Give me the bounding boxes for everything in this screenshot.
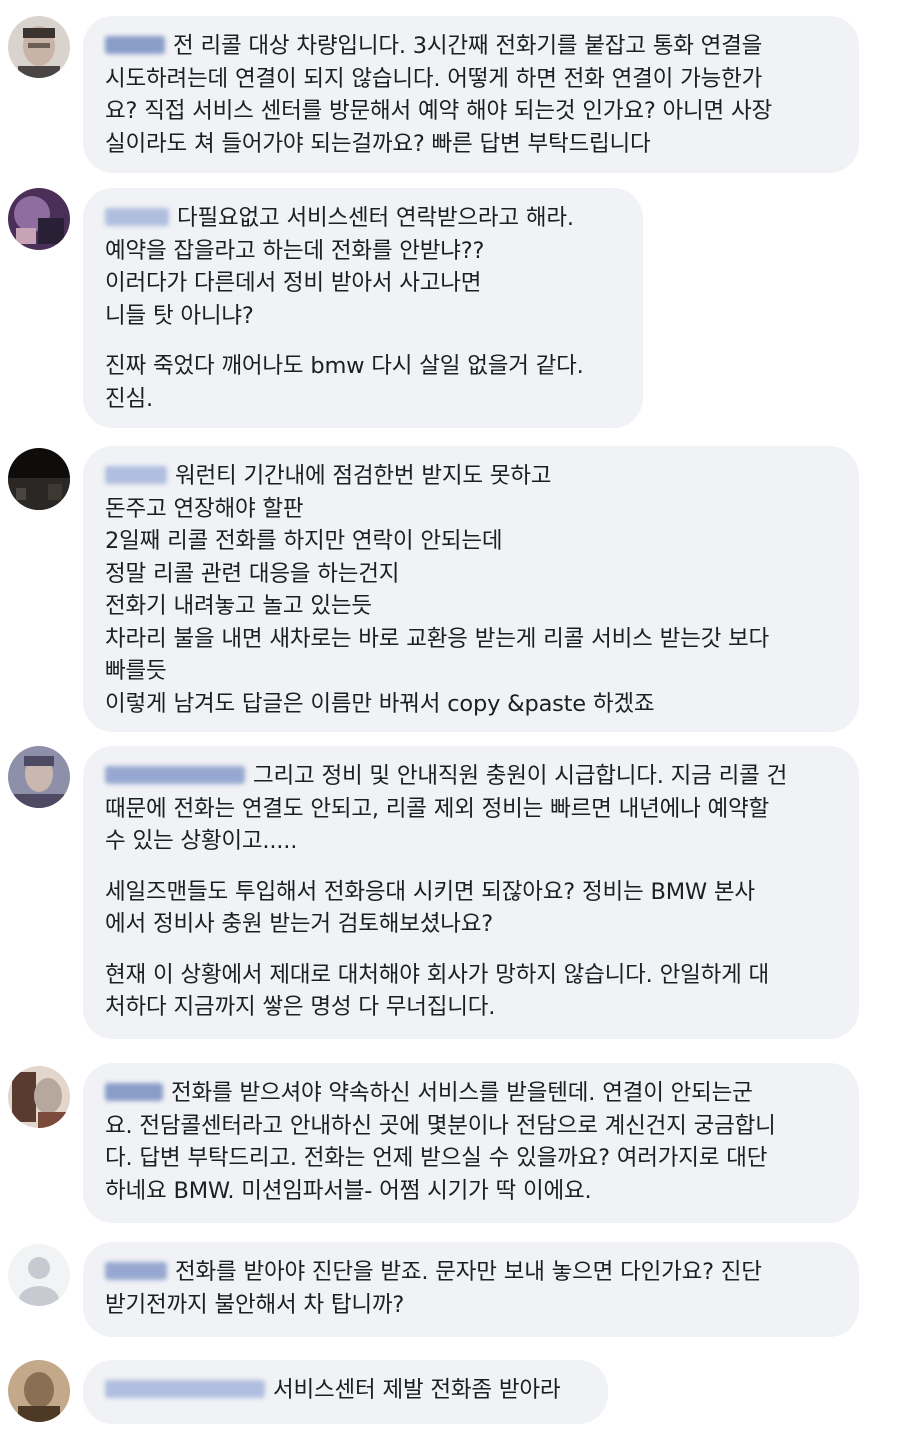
avatar[interactable] xyxy=(8,188,70,250)
avatar-image xyxy=(8,188,70,250)
comment-text: 다필요없고 서비스센터 연락받으라고 해라. 예약을 잡을라고 하는데 전화를 … xyxy=(105,202,621,332)
comment-bubble: 그리고 정비 및 안내직원 충원이 시급합니다. 지금 리콜 건 때문에 전화는… xyxy=(83,746,859,1039)
comment-paragraph: 서비스센터 제발 전화좀 받아라 xyxy=(273,1377,561,1403)
avatar-image xyxy=(8,16,70,78)
avatar[interactable] xyxy=(8,448,70,510)
comment-bubble: 다필요없고 서비스센터 연락받으라고 해라. 예약을 잡을라고 하는데 전화를 … xyxy=(83,188,643,428)
comment-text: 워런티 기간내에 점검한번 받지도 못하고 돈주고 연장해야 할판 2일째 리콜… xyxy=(105,460,837,720)
author-name[interactable] xyxy=(105,1083,163,1101)
avatar[interactable] xyxy=(8,746,70,808)
avatar-image xyxy=(8,1066,70,1128)
comment-bubble: 전화를 받아야 진단을 받죠. 문자만 보내 놓으면 다인가요? 진단 받기전까… xyxy=(83,1242,859,1337)
comment-paragraph: 전 리콜 대상 차량입니다. 3시간째 전화기를 붙잡고 통화 연결을 시도하려… xyxy=(105,33,773,157)
comment-bubble: 전 리콜 대상 차량입니다. 3시간째 전화기를 붙잡고 통화 연결을 시도하려… xyxy=(83,16,859,173)
comment-paragraph: 워런티 기간내에 점검한번 받지도 못하고 돈주고 연장해야 할판 2일째 리콜… xyxy=(105,463,770,717)
author-name[interactable] xyxy=(105,1262,167,1280)
avatar[interactable] xyxy=(8,1066,70,1128)
avatar[interactable] xyxy=(8,1244,70,1306)
author-name[interactable] xyxy=(105,1380,265,1398)
avatar-image xyxy=(8,448,70,510)
comment-bubble: 워런티 기간내에 점검한번 받지도 못하고 돈주고 연장해야 할판 2일째 리콜… xyxy=(83,446,859,732)
author-name[interactable] xyxy=(105,466,167,484)
author-name[interactable] xyxy=(105,766,245,784)
avatar-image xyxy=(8,746,70,808)
comment-paragraph: 전화를 받으셔야 약속하신 서비스를 받을텐데. 연결이 안되는군 요. 전담콜… xyxy=(105,1080,776,1204)
avatar[interactable] xyxy=(8,16,70,78)
comment-paragraph: 전화를 받아야 진단을 받죠. 문자만 보내 놓으면 다인가요? 진단 받기전까… xyxy=(105,1259,762,1318)
comment-paragraph: 다필요없고 서비스센터 연락받으라고 해라. 예약을 잡을라고 하는데 전화를 … xyxy=(105,205,574,329)
comment-bubble: 서비스센터 제발 전화좀 받아라 xyxy=(83,1360,608,1424)
comment-text: 전화를 받으셔야 약속하신 서비스를 받을텐데. 연결이 안되는군 요. 전담콜… xyxy=(105,1077,837,1207)
comment-paragraph: 세일즈맨들도 투입해서 전화응대 시키면 되잖아요? 정비는 BMW 본사 에서… xyxy=(105,878,755,938)
author-name[interactable] xyxy=(105,36,165,54)
avatar-image xyxy=(8,1244,70,1306)
comment-text: 그리고 정비 및 안내직원 충원이 시급합니다. 지금 리콜 건 때문에 전화는… xyxy=(105,760,837,858)
comment-text: 전화를 받아야 진단을 받죠. 문자만 보내 놓으면 다인가요? 진단 받기전까… xyxy=(105,1256,837,1321)
comment-text: 전 리콜 대상 차량입니다. 3시간째 전화기를 붙잡고 통화 연결을 시도하려… xyxy=(105,30,837,160)
avatar-image xyxy=(8,1360,70,1422)
comment-paragraph: 현재 이 상황에서 제대로 대처해야 회사가 망하지 않습니다. 안일하게 대 … xyxy=(105,961,770,1021)
comment-text: 서비스센터 제발 전화좀 받아라 xyxy=(105,1374,586,1407)
comment-paragraph: 진짜 죽었다 깨어나도 bmw 다시 살일 없을거 같다. 진심. xyxy=(105,353,584,412)
avatar[interactable] xyxy=(8,1360,70,1422)
author-name[interactable] xyxy=(105,208,169,226)
comment-bubble: 전화를 받으셔야 약속하신 서비스를 받을텐데. 연결이 안되는군 요. 전담콜… xyxy=(83,1063,859,1223)
